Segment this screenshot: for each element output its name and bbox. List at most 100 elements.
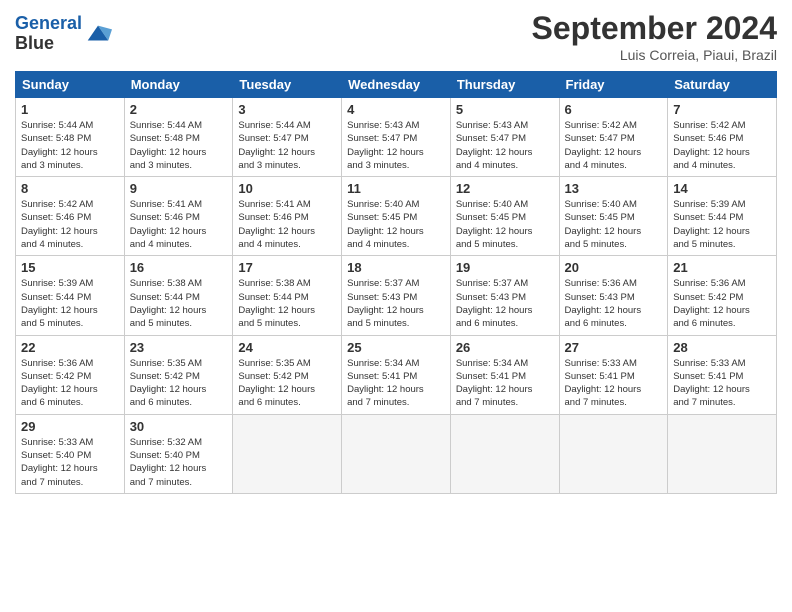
day-number: 18 <box>347 260 445 275</box>
day-info: Sunrise: 5:40 AM Sunset: 5:45 PM Dayligh… <box>565 198 663 251</box>
calendar-cell: 28 Sunrise: 5:33 AM Sunset: 5:41 PM Dayli… <box>668 335 777 414</box>
logo-text: GeneralBlue <box>15 14 82 54</box>
day-info: Sunrise: 5:44 AM Sunset: 5:47 PM Dayligh… <box>238 119 336 172</box>
calendar-cell: 12 Sunrise: 5:40 AM Sunset: 5:45 PM Dayli… <box>450 177 559 256</box>
calendar-cell: 22 Sunrise: 5:36 AM Sunset: 5:42 PM Dayli… <box>16 335 125 414</box>
header-friday: Friday <box>559 72 668 98</box>
day-number: 19 <box>456 260 554 275</box>
day-info: Sunrise: 5:39 AM Sunset: 5:44 PM Dayligh… <box>21 277 119 330</box>
header-monday: Monday <box>124 72 233 98</box>
calendar-cell: 6Sunrise: 5:42 AM Sunset: 5:47 PM Daylig… <box>559 98 668 177</box>
day-number: 30 <box>130 419 228 434</box>
calendar-cell <box>342 414 451 493</box>
day-info: Sunrise: 5:43 AM Sunset: 5:47 PM Dayligh… <box>347 119 445 172</box>
day-number: 8 <box>21 181 119 196</box>
day-number: 21 <box>673 260 771 275</box>
day-number: 22 <box>21 340 119 355</box>
day-number: 4 <box>347 102 445 117</box>
day-info: Sunrise: 5:44 AM Sunset: 5:48 PM Dayligh… <box>130 119 228 172</box>
day-info: Sunrise: 5:33 AM Sunset: 5:40 PM Dayligh… <box>21 436 119 489</box>
day-number: 29 <box>21 419 119 434</box>
calendar-cell: 17 Sunrise: 5:38 AM Sunset: 5:44 PM Dayli… <box>233 256 342 335</box>
day-info: Sunrise: 5:42 AM Sunset: 5:46 PM Dayligh… <box>673 119 771 172</box>
day-number: 20 <box>565 260 663 275</box>
calendar-cell: 3 Sunrise: 5:44 AM Sunset: 5:47 PM Daylig… <box>233 98 342 177</box>
table-row: 8 Sunrise: 5:42 AM Sunset: 5:46 PM Daylig… <box>16 177 777 256</box>
day-info: Sunrise: 5:35 AM Sunset: 5:42 PM Dayligh… <box>130 357 228 410</box>
day-number: 28 <box>673 340 771 355</box>
day-info: Sunrise: 5:36 AM Sunset: 5:43 PM Dayligh… <box>565 277 663 330</box>
day-number: 5 <box>456 102 554 117</box>
calendar-cell: 15 Sunrise: 5:39 AM Sunset: 5:44 PM Dayli… <box>16 256 125 335</box>
day-info: Sunrise: 5:34 AM Sunset: 5:41 PM Dayligh… <box>347 357 445 410</box>
calendar-cell: 20 Sunrise: 5:36 AM Sunset: 5:43 PM Dayli… <box>559 256 668 335</box>
calendar-cell <box>450 414 559 493</box>
day-info: Sunrise: 5:33 AM Sunset: 5:41 PM Dayligh… <box>673 357 771 410</box>
day-info: Sunrise: 5:40 AM Sunset: 5:45 PM Dayligh… <box>347 198 445 251</box>
calendar-cell: 21Sunrise: 5:36 AM Sunset: 5:42 PM Dayli… <box>668 256 777 335</box>
calendar-cell: 1 Sunrise: 5:44 AM Sunset: 5:48 PM Daylig… <box>16 98 125 177</box>
day-info: Sunrise: 5:36 AM Sunset: 5:42 PM Dayligh… <box>21 357 119 410</box>
day-number: 16 <box>130 260 228 275</box>
day-info: Sunrise: 5:39 AM Sunset: 5:44 PM Dayligh… <box>673 198 771 251</box>
calendar-cell: 24Sunrise: 5:35 AM Sunset: 5:42 PM Dayli… <box>233 335 342 414</box>
day-info: Sunrise: 5:37 AM Sunset: 5:43 PM Dayligh… <box>456 277 554 330</box>
calendar-cell: 26 Sunrise: 5:34 AM Sunset: 5:41 PM Dayli… <box>450 335 559 414</box>
calendar-cell <box>668 414 777 493</box>
calendar-cell: 16 Sunrise: 5:38 AM Sunset: 5:44 PM Dayli… <box>124 256 233 335</box>
calendar-cell: 25 Sunrise: 5:34 AM Sunset: 5:41 PM Dayli… <box>342 335 451 414</box>
table-row: 1 Sunrise: 5:44 AM Sunset: 5:48 PM Daylig… <box>16 98 777 177</box>
calendar-cell: 4 Sunrise: 5:43 AM Sunset: 5:47 PM Daylig… <box>342 98 451 177</box>
day-info: Sunrise: 5:38 AM Sunset: 5:44 PM Dayligh… <box>238 277 336 330</box>
header: GeneralBlue September 2024 Luis Correia,… <box>15 10 777 63</box>
day-info: Sunrise: 5:34 AM Sunset: 5:41 PM Dayligh… <box>456 357 554 410</box>
day-number: 17 <box>238 260 336 275</box>
calendar-header-row: Sunday Monday Tuesday Wednesday Thursday… <box>16 72 777 98</box>
day-info: Sunrise: 5:38 AM Sunset: 5:44 PM Dayligh… <box>130 277 228 330</box>
day-number: 7 <box>673 102 771 117</box>
calendar-cell: 19 Sunrise: 5:37 AM Sunset: 5:43 PM Dayli… <box>450 256 559 335</box>
header-thursday: Thursday <box>450 72 559 98</box>
calendar-cell <box>233 414 342 493</box>
calendar-cell: 23 Sunrise: 5:35 AM Sunset: 5:42 PM Dayli… <box>124 335 233 414</box>
main-container: GeneralBlue September 2024 Luis Correia,… <box>0 0 792 504</box>
day-number: 6 <box>565 102 663 117</box>
day-number: 12 <box>456 181 554 196</box>
day-number: 9 <box>130 181 228 196</box>
title-area: September 2024 Luis Correia, Piaui, Braz… <box>532 10 777 63</box>
day-number: 10 <box>238 181 336 196</box>
day-number: 13 <box>565 181 663 196</box>
calendar-cell: 11 Sunrise: 5:40 AM Sunset: 5:45 PM Dayli… <box>342 177 451 256</box>
calendar-cell: 18 Sunrise: 5:37 AM Sunset: 5:43 PM Dayli… <box>342 256 451 335</box>
day-info: Sunrise: 5:41 AM Sunset: 5:46 PM Dayligh… <box>238 198 336 251</box>
day-info: Sunrise: 5:37 AM Sunset: 5:43 PM Dayligh… <box>347 277 445 330</box>
calendar-cell <box>559 414 668 493</box>
calendar-cell: 5 Sunrise: 5:43 AM Sunset: 5:47 PM Daylig… <box>450 98 559 177</box>
day-info: Sunrise: 5:40 AM Sunset: 5:45 PM Dayligh… <box>456 198 554 251</box>
day-info: Sunrise: 5:41 AM Sunset: 5:46 PM Dayligh… <box>130 198 228 251</box>
day-number: 3 <box>238 102 336 117</box>
logo-icon <box>84 20 112 48</box>
calendar-cell: 27Sunrise: 5:33 AM Sunset: 5:41 PM Dayli… <box>559 335 668 414</box>
day-info: Sunrise: 5:43 AM Sunset: 5:47 PM Dayligh… <box>456 119 554 172</box>
day-number: 25 <box>347 340 445 355</box>
table-row: 15 Sunrise: 5:39 AM Sunset: 5:44 PM Dayli… <box>16 256 777 335</box>
day-number: 15 <box>21 260 119 275</box>
calendar-cell: 14 Sunrise: 5:39 AM Sunset: 5:44 PM Dayli… <box>668 177 777 256</box>
calendar-cell: 10 Sunrise: 5:41 AM Sunset: 5:46 PM Dayli… <box>233 177 342 256</box>
logo: GeneralBlue <box>15 14 112 54</box>
day-info: Sunrise: 5:33 AM Sunset: 5:41 PM Dayligh… <box>565 357 663 410</box>
calendar-cell: 7 Sunrise: 5:42 AM Sunset: 5:46 PM Daylig… <box>668 98 777 177</box>
day-info: Sunrise: 5:44 AM Sunset: 5:48 PM Dayligh… <box>21 119 119 172</box>
day-number: 2 <box>130 102 228 117</box>
day-number: 26 <box>456 340 554 355</box>
header-tuesday: Tuesday <box>233 72 342 98</box>
day-info: Sunrise: 5:42 AM Sunset: 5:46 PM Dayligh… <box>21 198 119 251</box>
calendar-cell: 29 Sunrise: 5:33 AM Sunset: 5:40 PM Dayli… <box>16 414 125 493</box>
day-number: 11 <box>347 181 445 196</box>
day-number: 1 <box>21 102 119 117</box>
header-wednesday: Wednesday <box>342 72 451 98</box>
day-number: 14 <box>673 181 771 196</box>
table-row: 22 Sunrise: 5:36 AM Sunset: 5:42 PM Dayli… <box>16 335 777 414</box>
day-number: 23 <box>130 340 228 355</box>
